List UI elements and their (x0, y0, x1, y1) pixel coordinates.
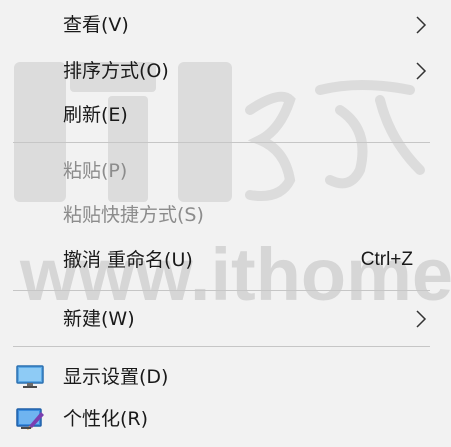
menu-item-label: 粘贴(P) (63, 160, 128, 182)
chevron-right-icon (416, 310, 427, 328)
menu-item-label: 排序方式(O) (63, 60, 169, 82)
menu-item-sort-by[interactable]: 排序方式(O) (0, 50, 451, 92)
chevron-right-icon (416, 62, 427, 80)
menu-item-label: 刷新(E) (63, 104, 128, 126)
menu-item-refresh[interactable]: 刷新(E) (0, 94, 451, 136)
menu-item-label: 撤消 重命名(U) (63, 249, 193, 271)
menu-item-paste[interactable]: 粘贴(P) (0, 150, 451, 192)
menu-item-undo-rename[interactable]: 撤消 重命名(U) Ctrl+Z (0, 239, 451, 281)
chevron-right-icon (416, 16, 427, 34)
display-icon (16, 365, 44, 388)
menu-item-shortcut: Ctrl+Z (360, 249, 413, 270)
menu-item-paste-shortcut[interactable]: 粘贴快捷方式(S) (0, 194, 451, 236)
menu-item-label: 新建(W) (63, 308, 135, 330)
menu-item-new[interactable]: 新建(W) (0, 298, 451, 340)
menu-item-label: 粘贴快捷方式(S) (63, 204, 204, 226)
menu-item-view[interactable]: 查看(V) (0, 4, 451, 46)
menu-separator (13, 290, 430, 291)
menu-separator (13, 346, 430, 347)
personalize-icon (16, 408, 44, 430)
menu-separator (13, 142, 430, 143)
menu-item-label: 个性化(R) (63, 408, 149, 430)
menu-item-display-settings[interactable]: 显示设置(D) (0, 356, 451, 398)
context-menu: www.ithome.com 查看(V) 排序方式(O) 刷新(E) 粘贴(P)… (0, 0, 451, 447)
menu-item-label: 查看(V) (63, 14, 129, 36)
menu-item-label: 显示设置(D) (63, 366, 169, 388)
menu-item-personalize[interactable]: 个性化(R) (0, 398, 451, 440)
